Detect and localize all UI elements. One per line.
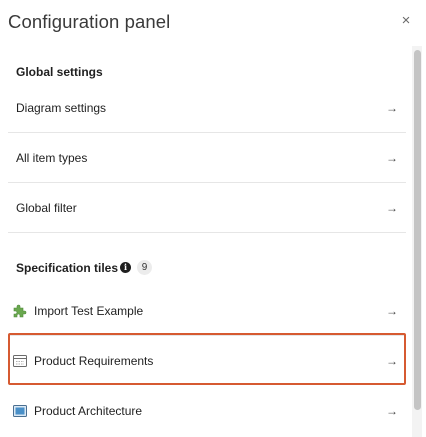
puzzle-piece-icon [12,303,28,319]
row-label: Diagram settings [16,101,107,115]
tile-item-product-requirements[interactable]: Product Requirements → [8,336,406,386]
close-icon[interactable]: × [398,12,414,30]
table-window-icon [12,353,28,369]
row-label: Product Architecture [34,404,143,418]
row-label: Global filter [16,201,77,215]
tile-count-badge: 9 [137,260,153,275]
global-item-all-item-types[interactable]: All item types → [8,133,406,183]
specification-tiles-heading: Specification tiles i 9 [16,260,153,275]
row-label: All item types [16,151,88,165]
arrow-right-icon: → [386,151,398,165]
arrow-right-icon: → [386,404,398,418]
configuration-panel: Configuration panel × Global settings Di… [0,0,426,437]
tile-item-product-architecture[interactable]: Product Architecture → [8,386,406,436]
tile-item-import-test-example[interactable]: Import Test Example → [8,286,406,336]
info-icon[interactable]: i [120,262,132,273]
panel-content: Global settings Diagram settings → All i… [0,46,410,437]
row-label: Product Requirements [34,354,154,368]
global-settings-heading-label: Global settings [16,65,103,79]
specification-tiles-heading-label: Specification tiles [16,260,119,275]
row-label: Import Test Example [34,304,144,318]
panel-title: Configuration panel [8,11,171,32]
image-frame-icon [12,403,28,419]
arrow-right-icon: → [386,201,398,215]
global-item-global-filter[interactable]: Global filter → [8,183,406,233]
global-item-diagram-settings[interactable]: Diagram settings → [8,83,406,133]
arrow-right-icon: → [386,354,398,368]
scrollbar-thumb[interactable] [414,50,421,410]
arrow-right-icon: → [386,304,398,318]
global-settings-heading: Global settings [16,65,103,79]
panel-header: Configuration panel × [0,0,426,46]
arrow-right-icon: → [386,101,398,115]
